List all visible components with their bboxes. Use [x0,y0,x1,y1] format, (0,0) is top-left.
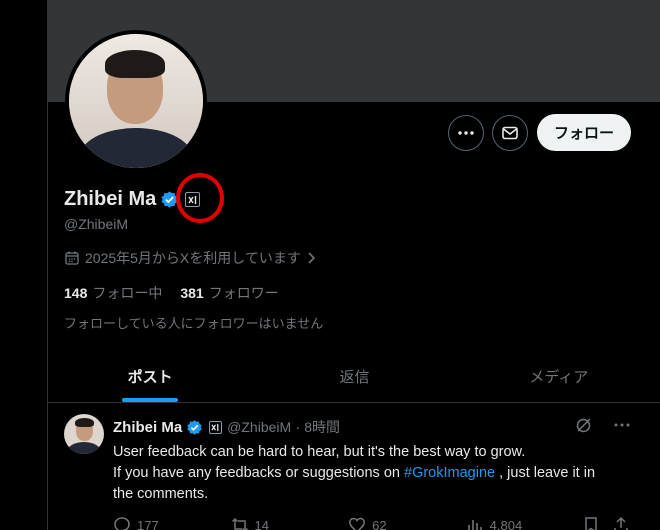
calendar-icon [65,251,79,265]
chevron-right-icon [308,252,315,264]
repost-icon [231,517,248,530]
tweet-line: User feedback can be hard to hear, but i… [113,444,526,460]
like-button[interactable]: 62 [348,516,466,530]
message-button[interactable] [492,115,528,151]
bookmark-icon [585,517,597,530]
joined-text: 2025年5月からXを利用しています [85,250,301,266]
joined-date[interactable]: 2025年5月からXを利用しています [64,248,316,268]
xai-logo-icon [211,423,219,431]
tab-replies[interactable]: 返信 [252,351,456,402]
repost-count: 14 [254,517,270,530]
tweet-header: Zhibei Ma @ZhibeiM · 8時間 [113,417,340,437]
analytics-icon [467,520,482,530]
followers-link[interactable]: 381 フォロワー [180,283,278,303]
following-link[interactable]: 148 フォロー中 [64,283,162,303]
highlight-circle-annotation [176,173,224,223]
heart-icon [349,517,366,530]
view-count: 4,804 [489,517,523,530]
hashtag-link[interactable]: #GrokImagine [404,465,495,481]
follow-stats: 148 フォロー中 381 フォロワー [64,283,279,303]
more-icon[interactable] [613,416,631,434]
verified-badge-icon [187,419,202,435]
tweet-author-name[interactable]: Zhibei Ma [113,419,182,436]
following-count: 148 [64,285,88,301]
profile-name: Zhibei Ma [64,188,157,210]
xai-affiliation-badge[interactable] [209,420,223,434]
mail-icon [502,126,518,140]
tweet-actions: 177 14 62 4,804 [113,516,633,530]
tab-posts[interactable]: ポスト [48,351,252,402]
reply-icon [114,517,130,530]
like-count: 62 [372,517,387,530]
share-button[interactable] [613,516,633,530]
tab-label: 返信 [339,369,370,386]
tweet-separator: · [295,418,301,436]
bookmark-button[interactable] [583,516,613,530]
tab-label: ポスト [127,369,173,386]
tweet-text: User feedback can be hard to hear, but i… [113,442,633,505]
tweet-tools [575,416,631,434]
profile-avatar[interactable] [65,30,207,172]
share-icon [614,516,628,530]
grok-icon[interactable] [575,416,593,434]
tweet-avatar[interactable] [64,414,104,454]
more-button[interactable] [448,115,484,151]
reply-button[interactable]: 177 [113,516,231,530]
tab-media[interactable]: メディア [457,351,660,402]
tweet-author-handle[interactable]: @ZhibeiM [227,419,291,435]
profile-column: フォロー Zhibei Ma @ZhibeiM 2025年5月からXを利用してい… [47,0,660,530]
repost-button[interactable]: 14 [231,516,349,530]
views-button[interactable]: 4,804 [466,516,584,530]
profile-handle: @ZhibeiM [64,216,129,232]
active-tab-indicator [122,398,179,402]
following-label: フォロー中 [92,285,163,301]
followers-count: 381 [180,285,204,301]
followers-you-know: フォローしている人にフォロワーはいません [64,316,324,331]
follow-button[interactable]: フォロー [537,114,631,151]
tab-label: メディア [529,369,589,386]
tweet-line: the comments. [113,486,209,502]
more-icon [458,131,474,135]
tweet[interactable]: Zhibei Ma @ZhibeiM · 8時間 User feedback c… [48,404,660,530]
reply-count: 177 [137,517,159,530]
tweet-line: If you have any feedbacks or suggestions… [113,465,596,481]
tweet-time[interactable]: 8時間 [304,417,340,437]
followers-label: フォロワー [208,285,279,301]
profile-tabs: ポスト 返信 メディア [48,351,660,403]
